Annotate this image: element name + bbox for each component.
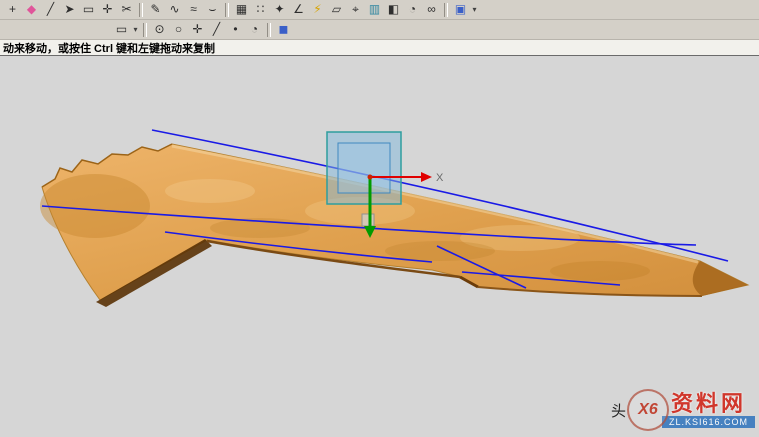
angle-icon[interactable]: ∠ — [289, 1, 308, 18]
watermark-logo: X6 — [627, 389, 669, 431]
watermark-site-url: ZL.KSI616.COM — [662, 416, 755, 428]
points-icon[interactable]: ∷ — [251, 1, 270, 18]
compare-icon[interactable]: ◧ — [384, 1, 403, 18]
toolbar-separator — [143, 23, 147, 37]
toolbar-separator — [139, 3, 143, 17]
pen-icon[interactable]: ✎ — [146, 1, 165, 18]
status-bar: 动来移动，或按住 Ctrl 键和左键拖动来复制 — [0, 40, 759, 56]
star-point-icon[interactable]: ✦ — [270, 1, 289, 18]
arc-icon[interactable]: ⌣ — [203, 1, 222, 18]
toolbar-separator — [444, 3, 448, 17]
snap-center-icon[interactable]: ⊙ — [150, 21, 169, 38]
manipulator-handle[interactable] — [362, 214, 374, 226]
curve-icon[interactable]: ≈ — [184, 1, 203, 18]
shaded-cube-icon[interactable]: ▣ — [451, 1, 470, 18]
manipulator-origin[interactable] — [368, 175, 373, 180]
add-icon[interactable]: + — [3, 1, 22, 18]
toolbar-separator — [225, 3, 229, 17]
watermark-text-block: 资料网 ZL.KSI616.COM — [662, 392, 755, 428]
snap-point-icon[interactable]: • — [226, 21, 245, 38]
pointer-icon[interactable]: ➤ — [60, 1, 79, 18]
pan-icon[interactable]: ✛ — [98, 1, 117, 18]
viewport-3d[interactable]: X 头 X6 资料网 ZL.KSI616.COM — [0, 56, 759, 437]
plane-icon[interactable]: ▱ — [327, 1, 346, 18]
x-axis-label: X — [436, 172, 444, 184]
lightning-icon[interactable]: ⚡ — [308, 1, 327, 18]
snap-circle-icon[interactable]: ○ — [169, 21, 188, 38]
manipulator-inner-box[interactable] — [338, 143, 390, 193]
marquee-icon[interactable]: ▭ — [79, 1, 98, 18]
watermark-logo-text: X6 — [638, 401, 658, 419]
select-box-dropdown-icon[interactable]: ▾ — [131, 25, 140, 34]
watermark: 头 X6 资料网 ZL.KSI616.COM — [611, 389, 755, 431]
gauge-icon[interactable]: ◔ — [403, 1, 422, 18]
cad-app-window: + ◆ ╱ ➤ ▭ ✛ ✂ ✎ ∿ ≈ ⌣ ▦ ∷ ✦ ∠ ⚡ ▱ ⌖ ▥ ◧ … — [0, 0, 759, 437]
snap-cross-icon[interactable]: ✛ — [188, 21, 207, 38]
toolbar-separator — [267, 23, 271, 37]
watermark-prefix-text: 头 — [611, 400, 626, 421]
trim-icon[interactable]: ✂ — [117, 1, 136, 18]
snap-line-icon[interactable]: ╱ — [207, 21, 226, 38]
select-box-icon[interactable]: ▭ — [112, 21, 131, 38]
snap-quadrant-icon[interactable]: ◔ — [245, 21, 264, 38]
toolbar-snap: ▭ ▾ ⊙ ○ ✛ ╱ • ◔ ◼ — [0, 20, 759, 40]
chart-icon[interactable]: ▥ — [365, 1, 384, 18]
binocular-icon[interactable]: ∞ — [422, 1, 441, 18]
toolbar-main: + ◆ ╱ ➤ ▭ ✛ ✂ ✎ ∿ ≈ ⌣ ▦ ∷ ✦ ∠ ⚡ ▱ ⌖ ▥ ◧ … — [0, 0, 759, 20]
status-hint-text: 动来移动，或按住 Ctrl 键和左键拖动来复制 — [3, 40, 215, 56]
grid-icon[interactable]: ▦ — [232, 1, 251, 18]
sketch-icon[interactable]: ◆ — [22, 1, 41, 18]
dropdown-icon[interactable]: ▾ — [470, 5, 479, 14]
line-icon[interactable]: ╱ — [41, 1, 60, 18]
watermark-site-name: 资料网 — [671, 392, 746, 416]
viewport-canvas[interactable]: X — [0, 56, 759, 437]
spline-icon[interactable]: ∿ — [165, 1, 184, 18]
x-axis-arrowhead[interactable] — [421, 172, 432, 182]
display-cube-icon[interactable]: ◼ — [274, 21, 293, 38]
target-icon[interactable]: ⌖ — [346, 1, 365, 18]
